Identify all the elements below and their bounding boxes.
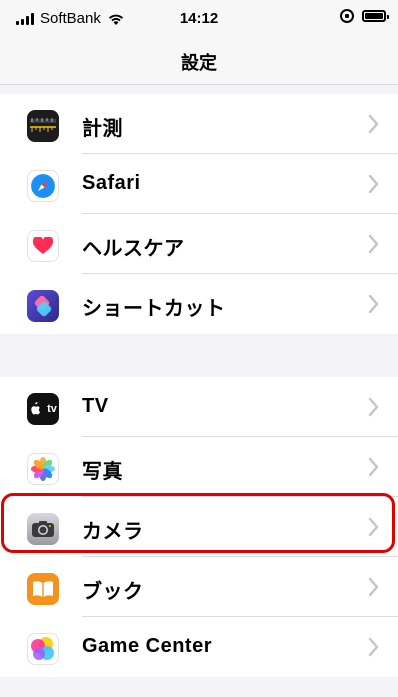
- settings-row-label: 計測: [82, 118, 123, 140]
- tv-icon-text: tv: [47, 403, 57, 415]
- health-icon: [27, 230, 59, 262]
- settings-row-label: ヘルスケア: [82, 238, 185, 260]
- settings-row-photos[interactable]: 写真: [0, 437, 398, 497]
- navigation-bar: 設定: [0, 40, 398, 85]
- game-center-icon: [27, 633, 59, 665]
- orientation-lock-icon: [340, 9, 354, 23]
- safari-icon: [27, 170, 59, 202]
- page-title: 設定: [181, 53, 217, 73]
- chevron-right-icon: [368, 397, 379, 417]
- settings-row-measure[interactable]: 計測: [0, 94, 398, 154]
- settings-row-label: Game Center: [82, 635, 212, 657]
- settings-row-health[interactable]: ヘルスケア: [0, 214, 398, 274]
- settings-row-books[interactable]: ブック: [0, 557, 398, 617]
- measure-icon: [27, 110, 59, 142]
- settings-row-label: TV: [82, 395, 109, 417]
- settings-group-1: 計測 Safari ヘルスケア ショートカット: [0, 94, 398, 334]
- settings-row-safari[interactable]: Safari: [0, 154, 398, 214]
- apple-tv-icon: tv: [27, 393, 59, 425]
- chevron-right-icon: [368, 234, 379, 254]
- settings-row-label: 写真: [82, 461, 123, 483]
- chevron-right-icon: [368, 457, 379, 477]
- status-bar: SoftBank 14:12: [0, 0, 398, 40]
- settings-row-shortcuts[interactable]: ショートカット: [0, 274, 398, 334]
- settings-row-label: ブック: [82, 581, 144, 603]
- settings-row-label: Safari: [82, 172, 141, 194]
- books-icon: [27, 573, 59, 605]
- status-time: 14:12: [179, 10, 219, 27]
- chevron-right-icon: [368, 637, 379, 657]
- chevron-right-icon: [368, 577, 379, 597]
- shortcuts-icon: [27, 290, 59, 322]
- chevron-right-icon: [368, 294, 379, 314]
- settings-row-label: ショートカット: [82, 298, 226, 320]
- camera-row-highlight: [1, 493, 395, 553]
- settings-row-game-center[interactable]: Game Center: [0, 617, 398, 677]
- chevron-right-icon: [368, 174, 379, 194]
- settings-row-tv[interactable]: tv TV: [0, 377, 398, 437]
- battery-icon: [362, 10, 389, 22]
- chevron-right-icon: [368, 114, 379, 134]
- photos-icon: [27, 453, 59, 485]
- status-right: [340, 9, 389, 23]
